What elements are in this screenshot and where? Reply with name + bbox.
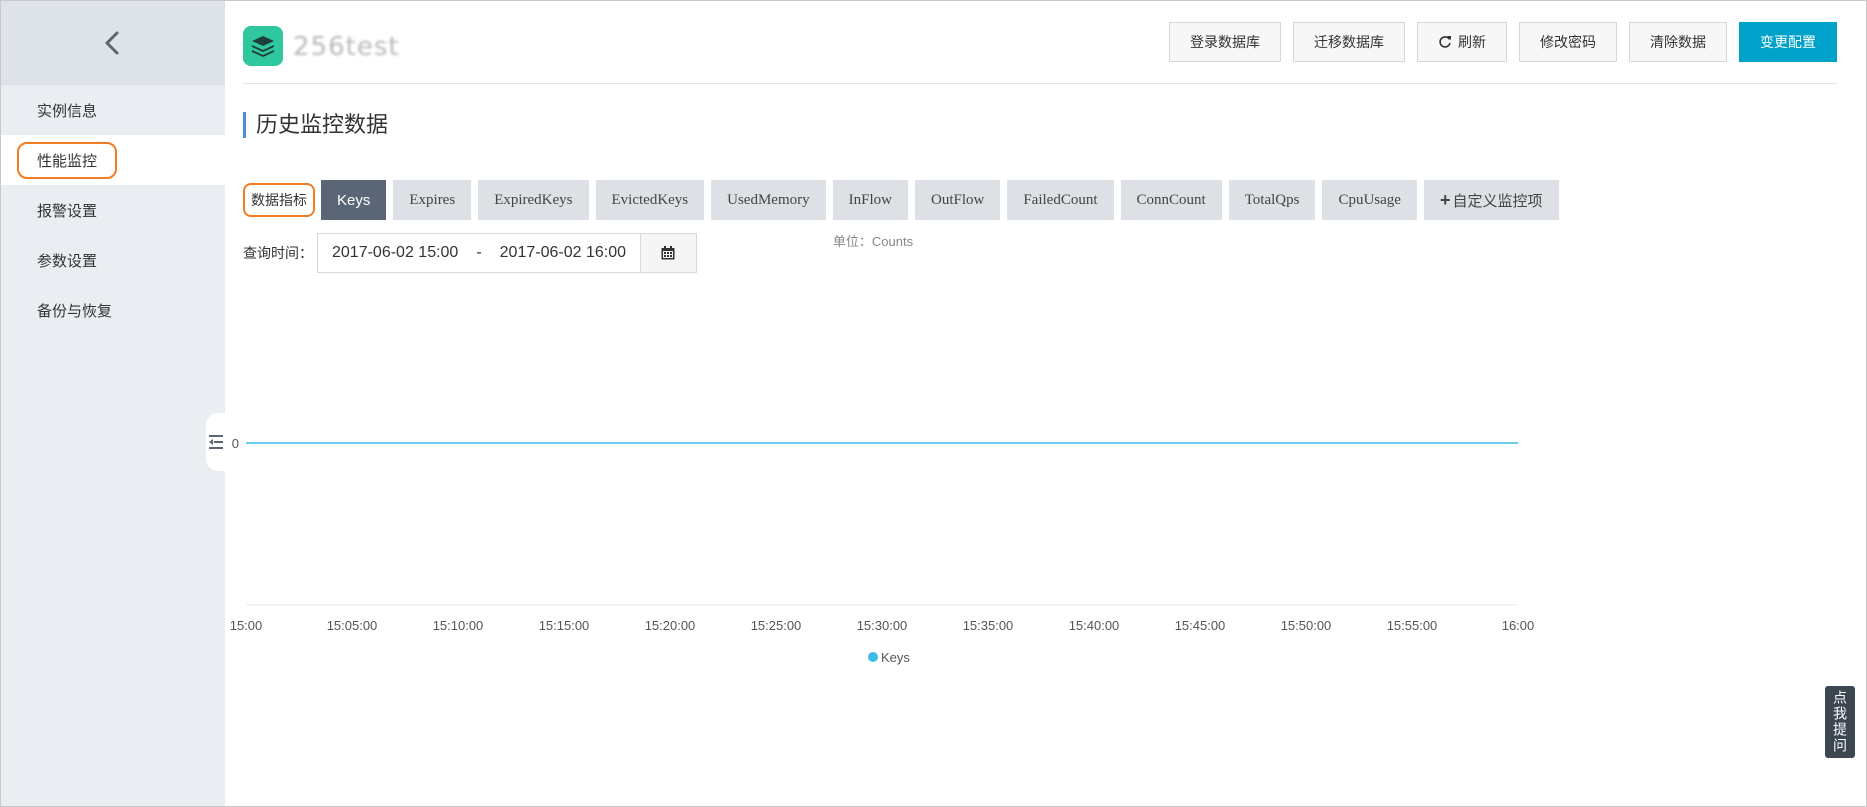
calendar-button[interactable]: [640, 233, 697, 273]
sidebar-header: [1, 1, 225, 85]
migrate-db-button[interactable]: 迁移数据库: [1293, 22, 1405, 62]
x-tick-label: 15:45:00: [1175, 618, 1226, 633]
x-tick-label: 16:00: [1502, 618, 1535, 633]
add-custom-metric-button[interactable]: + 自定义监控项: [1423, 180, 1559, 220]
x-tick-label: 15:25:00: [751, 618, 802, 633]
x-tick-label: 15:55:00: [1387, 618, 1438, 633]
main-content: 256test 登录数据库 迁移数据库 刷新 修改密码 清除数据 变更配置 历史…: [230, 0, 1837, 807]
refresh-button[interactable]: 刷新: [1417, 22, 1507, 62]
y-tick-label: 0: [232, 436, 239, 451]
sidebar-item-parameter-settings[interactable]: 参数设置: [1, 235, 225, 285]
query-time-label: 查询时间：: [243, 245, 313, 261]
legend-marker: [868, 652, 878, 662]
sidebar-item-instance-info[interactable]: 实例信息: [1, 85, 225, 135]
tab-evictedkeys[interactable]: EvictedKeys: [595, 180, 705, 220]
time-separator: -: [476, 244, 482, 261]
sidebar-item-label: 实例信息: [37, 102, 98, 120]
sidebar-item-performance-monitor[interactable]: 性能监控: [1, 135, 225, 185]
change-password-button[interactable]: 修改密码: [1519, 22, 1617, 62]
header-actions: 登录数据库 迁移数据库 刷新 修改密码 清除数据 变更配置: [1169, 22, 1837, 62]
x-tick-label: 15:05:00: [327, 618, 378, 633]
help-button[interactable]: 点我提问: [1825, 686, 1855, 758]
back-chevron-icon[interactable]: [99, 29, 127, 57]
sidebar-item-alarm-settings[interactable]: 报警设置: [1, 185, 225, 235]
tab-cpuusage[interactable]: CpuUsage: [1322, 180, 1417, 220]
login-db-button[interactable]: 登录数据库: [1169, 22, 1281, 62]
chart-unit-label: 单位：Counts: [833, 234, 914, 249]
tab-failedcount[interactable]: FailedCount: [1007, 180, 1114, 220]
tab-totalqps[interactable]: TotalQps: [1228, 180, 1316, 220]
metric-label: 数据指标: [243, 183, 315, 217]
x-tick-label: 15:20:00: [645, 618, 696, 633]
sidebar-collapse-toggle[interactable]: [206, 413, 226, 471]
refresh-icon: [1439, 36, 1451, 48]
page-title: 历史监控数据: [243, 112, 388, 138]
clear-data-button[interactable]: 清除数据: [1629, 22, 1727, 62]
plus-icon: +: [1439, 189, 1451, 210]
custom-metric-label: 自定义监控项: [1452, 192, 1543, 210]
tab-inflow[interactable]: InFlow: [832, 180, 908, 220]
date-range-input[interactable]: 2017-06-02 15:00 - 2017-06-02 16:00: [317, 233, 641, 273]
redis-logo-icon: [243, 26, 283, 66]
x-tick-label: 15:00: [230, 618, 263, 633]
sidebar-nav: 实例信息 性能监控 报警设置 参数设置 备份与恢复: [1, 85, 225, 335]
time-start: 2017-06-02 15:00: [332, 244, 459, 261]
metric-tabs: 数据指标 Keys Expires ExpiredKeys EvictedKey…: [243, 180, 1566, 220]
sidebar-item-label: 参数设置: [37, 252, 98, 270]
x-tick-label: 15:50:00: [1281, 618, 1332, 633]
sidebar-item-label: 性能监控: [17, 141, 118, 179]
x-tick-label: 15:15:00: [539, 618, 590, 633]
tab-keys[interactable]: Keys: [321, 180, 387, 220]
tab-conncount[interactable]: ConnCount: [1120, 180, 1222, 220]
tab-expires[interactable]: Expires: [393, 180, 472, 220]
time-end: 2017-06-02 16:00: [499, 244, 626, 261]
instance-header: 256test 登录数据库 迁移数据库 刷新 修改密码 清除数据 变更配置: [243, 22, 1837, 84]
calendar-icon: [661, 246, 675, 260]
sidebar-item-backup-restore[interactable]: 备份与恢复: [1, 285, 225, 335]
instance-name: 256test: [293, 32, 400, 62]
refresh-label: 刷新: [1458, 34, 1486, 50]
sidebar-item-label: 报警设置: [37, 202, 98, 220]
sidebar-item-label: 备份与恢复: [37, 302, 113, 320]
tab-outflow[interactable]: OutFlow: [914, 180, 1001, 220]
change-config-button[interactable]: 变更配置: [1739, 22, 1837, 62]
sidebar: 实例信息 性能监控 报警设置 参数设置 备份与恢复: [1, 1, 225, 806]
monitor-chart: 单位：Counts 0 15:00 15:05:00 15:10:00 15:15:00 1…: [230, 234, 1837, 805]
x-tick-label: 15:35:00: [963, 618, 1014, 633]
x-tick-label: 15:10:00: [433, 618, 484, 633]
tab-usedmemory[interactable]: UsedMemory: [711, 180, 826, 220]
collapse-menu-icon: [209, 435, 223, 449]
legend-label: Keys: [881, 650, 910, 665]
query-time-row: 查询时间： 2017-06-02 15:00 - 2017-06-02 16:0…: [243, 233, 697, 273]
x-tick-label: 15:40:00: [1069, 618, 1120, 633]
tab-expiredkeys[interactable]: ExpiredKeys: [478, 180, 589, 220]
x-tick-label: 15:30:00: [857, 618, 908, 633]
chart-svg: 单位：Counts 0 15:00 15:05:00 15:10:00 15:15:00 1…: [230, 234, 1535, 665]
